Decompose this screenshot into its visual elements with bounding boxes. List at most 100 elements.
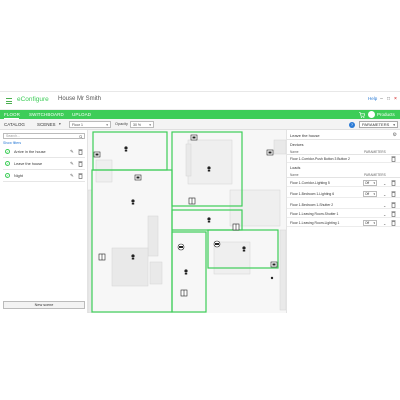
toolbar: CATALOG SCENES ▾ Floor 1 ▾ Opacity 30 % … [0, 119, 400, 130]
bulb-icon [242, 246, 246, 252]
scene-item[interactable]: ✓ Arrive in the house ✎ [3, 146, 85, 158]
floor-select[interactable]: Floor 1 ▾ [69, 121, 111, 128]
shutter-icon [188, 197, 196, 205]
load-state-select[interactable]: Off ▾ [363, 191, 377, 197]
scenes-dropdown-icon[interactable]: ▾ [59, 122, 61, 126]
load-name: Floor 1-Bedroom 1-Lighting 6 [290, 192, 335, 196]
push-button-icon [266, 149, 274, 156]
opacity-select[interactable]: 30 % ▾ [130, 121, 154, 128]
trash-icon[interactable] [391, 211, 396, 217]
load-row[interactable]: Floor 1-Leaving Room-Lighting 1 Off ▾ ⌄ [287, 219, 400, 227]
scene-name: Leave the house [14, 162, 43, 166]
app-window: eConfigure House Mr Smith Help – □ × FLO… [0, 91, 400, 313]
load-row[interactable]: Floor 1-Bedroom 1-Shutter 2 ⌄ [287, 201, 400, 209]
trash-icon[interactable] [391, 156, 396, 162]
tab-scenes[interactable]: SCENES [37, 122, 56, 127]
chevron-down-icon: ▾ [373, 221, 375, 225]
shutter-icon [98, 253, 106, 261]
load-row[interactable]: Floor 1-Corridor-Lighting 5 Off ▾ ⌄ [287, 179, 400, 187]
bulb-icon [131, 254, 135, 260]
tab-floor[interactable]: FLOOR [4, 112, 20, 117]
chevron-down-icon: ▾ [373, 181, 375, 185]
sensor-icon [177, 243, 185, 251]
pencil-icon[interactable]: ✎ [70, 149, 74, 155]
new-scene-button[interactable]: New scene [3, 301, 85, 309]
trash-icon[interactable] [391, 191, 396, 197]
floor-select-value: Floor 1 [72, 123, 83, 127]
load-row[interactable]: Floor 1-Leaving Room-Shutter 1 ⌄ [287, 210, 400, 218]
load-name: Floor 1-Corridor-Lighting 5 [290, 181, 330, 185]
floor-plan-canvas[interactable] [88, 130, 286, 313]
trash-icon[interactable] [78, 173, 83, 179]
col-parameters: PARAMETERS [364, 173, 386, 177]
search-placeholder: Search... [6, 134, 21, 138]
floor-plan[interactable] [88, 130, 286, 313]
load-state-value: Off [365, 192, 370, 196]
pencil-icon[interactable]: ✎ [70, 161, 74, 167]
chevron-down-icon[interactable]: ⌄ [383, 192, 386, 197]
chevron-down-icon[interactable]: ⌄ [383, 212, 386, 217]
scene-name: Arrive in the house [14, 150, 46, 154]
parameters-button[interactable]: PARAMETERS ▾ [359, 121, 398, 128]
scene-list: ✓ Arrive in the house ✎ ✓ Leave the hous… [3, 146, 85, 182]
load-name: Floor 1-Leaving Room-Lighting 1 [290, 221, 340, 225]
loads-title: Loads [290, 166, 301, 170]
push-button-icon [93, 151, 101, 158]
cart-icon[interactable] [359, 111, 365, 118]
main-nav: FLOOR SWITCHBOARD UPLOAD Products [0, 110, 400, 119]
minimize-icon[interactable]: – [379, 97, 384, 102]
show-filters-link[interactable]: Show filters [3, 141, 21, 145]
trash-icon[interactable] [391, 180, 396, 186]
scenes-panel: Search... Show filters ✓ Arrive in the h… [0, 130, 88, 313]
load-name: Floor 1-Leaving Room-Shutter 1 [290, 212, 339, 216]
search-input[interactable]: Search... [3, 133, 85, 139]
help-link[interactable]: Help [368, 96, 377, 101]
tab-switchboard[interactable]: SWITCHBOARD [29, 112, 64, 117]
chevron-down-icon: ▾ [106, 123, 108, 127]
search-icon[interactable] [79, 134, 83, 139]
chevron-down-icon: ▾ [149, 123, 151, 127]
trash-icon[interactable] [78, 161, 83, 167]
opacity-label: Opacity [115, 122, 128, 126]
maximize-icon[interactable]: □ [386, 97, 391, 102]
load-row[interactable]: Floor 1-Bedroom 1-Lighting 6 Off ▾ ⌄ [287, 190, 400, 198]
parameters-label: PARAMETERS [362, 122, 390, 127]
shutter-icon [180, 289, 188, 297]
load-state-select[interactable]: Off ▾ [363, 180, 377, 186]
trash-icon[interactable] [391, 202, 396, 208]
check-icon: ✓ [5, 173, 10, 178]
products-avatar-icon[interactable] [368, 111, 375, 118]
hamburger-icon[interactable] [6, 98, 12, 104]
tab-catalog[interactable]: CATALOG [4, 122, 25, 127]
project-title: House Mr Smith [58, 96, 102, 102]
trash-icon[interactable] [391, 220, 396, 226]
help-icon[interactable]: ? [349, 121, 355, 128]
trash-icon[interactable] [78, 149, 83, 155]
products-label[interactable]: Products [377, 112, 395, 117]
chevron-down-icon[interactable]: ⌄ [383, 181, 386, 186]
load-name: Floor 1-Bedroom 1-Shutter 2 [290, 203, 334, 207]
title-bar: eConfigure House Mr Smith Help – □ × [0, 92, 400, 110]
sensor-icon [213, 240, 221, 248]
chevron-down-icon: ▾ [393, 123, 395, 127]
load-state-select[interactable]: Off ▾ [363, 220, 377, 226]
device-name: Floor 1-Corridor-Push Button 3 Button 2 [290, 157, 350, 161]
chevron-down-icon: ▾ [373, 192, 375, 196]
loads-table-header: Name PARAMETERS [287, 172, 400, 178]
room-outline [91, 169, 173, 313]
col-name: Name [290, 150, 299, 154]
tab-upload[interactable]: UPLOAD [72, 112, 91, 117]
bulb-icon [184, 269, 188, 275]
gear-icon[interactable]: ⚙ [393, 132, 397, 138]
bulb-icon [207, 166, 211, 172]
pencil-icon[interactable]: ✎ [70, 173, 74, 179]
chevron-down-icon[interactable]: ⌄ [383, 221, 386, 226]
bulb-icon [124, 146, 128, 152]
device-row[interactable]: Floor 1-Corridor-Push Button 3 Button 2 [287, 155, 400, 163]
scene-name: Night [14, 174, 23, 178]
check-icon: ✓ [5, 149, 10, 154]
scene-item[interactable]: ✓ Leave the house ✎ [3, 158, 85, 170]
chevron-down-icon[interactable]: ⌄ [383, 203, 386, 208]
close-icon[interactable]: × [393, 97, 398, 102]
scene-item[interactable]: ✓ Night ✎ [3, 170, 85, 182]
